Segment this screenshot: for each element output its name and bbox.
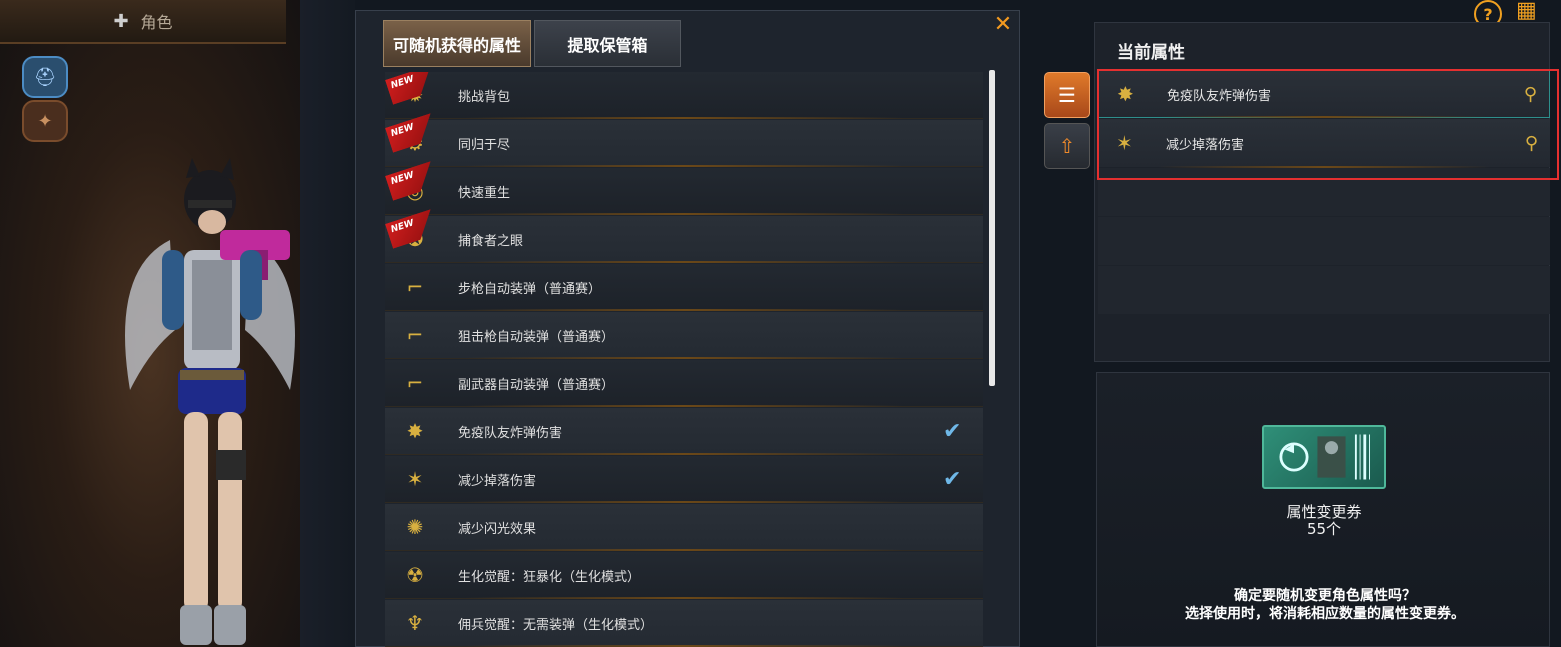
list-icon: ☰ (1058, 83, 1076, 107)
attribute-label: 免疫队友炸弹伤害 (458, 425, 563, 441)
current-attribute-label: 免疫队友炸弹伤害 (1167, 88, 1272, 104)
attribute-label: 生化觉醒：狂暴化（生化模式） (458, 569, 641, 585)
attribute-row[interactable]: ⌐ 副武器自动装弹（普通赛） (385, 360, 983, 407)
eagle-icon[interactable]: ✦ (22, 100, 68, 142)
tab-label: 提取保管箱 (567, 35, 648, 55)
character-add-icon: ✚ (113, 10, 129, 32)
explosion-immunity-icon: ✸ (1117, 82, 1134, 106)
character-tab[interactable]: ✚ 角色 (0, 0, 286, 44)
current-attributes-title: 当前属性 (1117, 43, 1185, 63)
fall-damage-icon: ✶ (1116, 131, 1133, 155)
empty-attribute-slot (1098, 266, 1550, 314)
list-button[interactable]: ☰ (1044, 72, 1090, 118)
tab-random-attributes[interactable]: 可随机获得的属性 (383, 20, 531, 67)
lock-attribute-icon[interactable]: ⚲ (1524, 84, 1537, 105)
explosion-immunity-icon: ✸ (406, 419, 424, 443)
attribute-label: 同归于尽 (458, 137, 511, 153)
extract-button[interactable]: ⇧ (1044, 123, 1090, 169)
attribute-row[interactable]: ♆ 佣兵觉醒：无需装弹（生化模式） (385, 600, 983, 647)
empty-attribute-slot (1098, 168, 1550, 216)
mercenary-icon: ♆ (406, 611, 424, 635)
character-tab-label: 角色 (140, 13, 173, 32)
pistol-icon: ⌐ (406, 371, 424, 395)
attribute-label: 步枪自动装弹（普通赛） (458, 281, 602, 297)
attribute-row[interactable]: ⌐ 步枪自动装弹（普通赛） (385, 264, 983, 311)
helmet-icon[interactable]: ⛑ (22, 56, 68, 98)
attribute-row[interactable]: ✶ 减少掉落伤害 ✔ (385, 456, 983, 503)
attribute-label: 狙击枪自动装弹（普通赛） (458, 329, 615, 345)
attribute-row[interactable]: ☢ 生化觉醒：狂暴化（生化模式） (385, 552, 983, 599)
grid-menu-icon[interactable]: ▦ (1516, 0, 1542, 24)
sniper-icon: ⌐ (406, 323, 424, 347)
checkmark-icon: ✔ (943, 466, 962, 492)
attribute-label: 减少闪光效果 (458, 521, 537, 537)
confirm-hint: 选择使用时，将消耗相应数量的属性变更券。 (1185, 606, 1465, 622)
attribute-label: 快速重生 (458, 185, 511, 201)
character-model (125, 158, 295, 645)
attribute-label: 捕食者之眼 (458, 233, 524, 249)
attribute-row[interactable]: ⚙NEW同归于尽 (385, 120, 983, 167)
close-icon[interactable]: ✕ (992, 14, 1014, 36)
character-area: ✚ 角色 ⛑ ✦ (0, 0, 300, 647)
scrollbar[interactable] (989, 70, 995, 386)
tab-label: 可随机获得的属性 (392, 35, 521, 55)
attribute-label: 副武器自动装弹（普通赛） (458, 377, 615, 393)
fall-damage-icon: ✶ (406, 467, 424, 491)
attribute-list: ✹NEW挑战背包⚙NEW同归于尽◎NEW快速重生✪NEW捕食者之眼 ⌐ 步枪自动装弹… (385, 72, 983, 647)
attribute-row[interactable]: ✺ 减少闪光效果 (385, 504, 983, 551)
coupon-ticket-image (1262, 425, 1386, 489)
rifle-icon: ⌐ (406, 275, 424, 299)
attribute-row[interactable]: ◎NEW快速重生 (385, 168, 983, 215)
lock-attribute-icon[interactable]: ⚲ (1525, 133, 1538, 154)
zombie-icon: ☢ (406, 563, 424, 587)
confirm-question: 确定要随机变更角色属性吗？ (1234, 588, 1416, 604)
current-attribute-row[interactable]: ✶ 减少掉落伤害 ⚲ (1098, 119, 1550, 168)
attribute-row[interactable]: ⌐ 狙击枪自动装弹（普通赛） (385, 312, 983, 359)
attribute-row[interactable]: ✸ 免疫队友炸弹伤害 ✔ (385, 408, 983, 455)
empty-attribute-slot (1098, 217, 1550, 265)
tab-extract-storage[interactable]: 提取保管箱 (534, 20, 681, 67)
background-strip (300, 0, 355, 647)
current-attribute-row[interactable]: ✸ 免疫队友炸弹伤害 ⚲ (1098, 70, 1550, 118)
attribute-label: 佣兵觉醒：无需装弹（生化模式） (458, 617, 654, 633)
current-attributes-list: ✸ 免疫队友炸弹伤害 ⚲ ✶ 减少掉落伤害 ⚲ (1098, 70, 1550, 315)
attribute-row[interactable]: ✪NEW捕食者之眼 (385, 216, 983, 263)
checkmark-icon: ✔ (943, 418, 962, 444)
current-attribute-label: 减少掉落伤害 (1166, 137, 1245, 153)
extract-icon: ⇧ (1058, 134, 1076, 158)
attribute-row[interactable]: ✹NEW挑战背包 (385, 72, 983, 119)
coupon-count: 55个 (1306, 520, 1342, 538)
attribute-label: 挑战背包 (458, 89, 511, 105)
attribute-label: 减少掉落伤害 (458, 473, 537, 489)
flash-icon: ✺ (406, 515, 424, 539)
